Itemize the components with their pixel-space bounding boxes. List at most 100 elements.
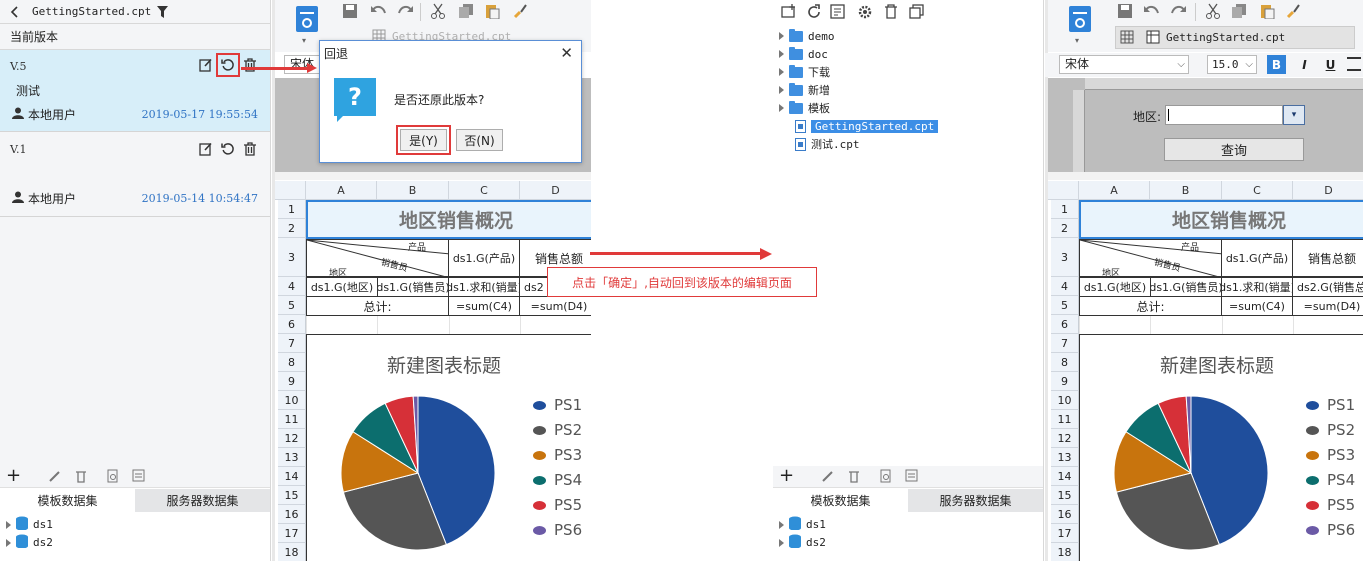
close-icon[interactable]: ✕ (560, 44, 573, 62)
row-header[interactable]: 9 (278, 372, 306, 391)
dataset-item[interactable]: ds2 (6, 534, 53, 551)
legend-item[interactable]: PS6 (533, 521, 582, 539)
row-header[interactable]: 12 (1051, 429, 1079, 448)
tree-file-item[interactable]: GettingStarted.cpt (795, 118, 939, 134)
expand-icon[interactable] (6, 538, 11, 547)
legend-item[interactable]: PS6 (1306, 521, 1355, 539)
row-header[interactable]: 17 (1051, 524, 1079, 543)
add-icon[interactable]: + (779, 467, 794, 485)
pencil-icon[interactable] (48, 469, 62, 486)
expand-icon[interactable] (779, 86, 784, 94)
cell-a4[interactable]: ds1.G(地区) (1079, 277, 1151, 297)
row-header[interactable]: 10 (278, 391, 306, 410)
legend-item[interactable]: PS3 (533, 446, 582, 464)
row-header[interactable]: 11 (1051, 410, 1079, 429)
row-header[interactable]: 3 (1051, 238, 1079, 277)
tab-template-dataset[interactable]: 模板数据集 (0, 489, 135, 512)
legend-item[interactable]: PS2 (533, 421, 582, 439)
dataset-settings-icon[interactable] (905, 469, 919, 486)
copy-icon[interactable] (1231, 3, 1247, 22)
row-header[interactable]: 13 (278, 448, 306, 467)
dataset-item[interactable]: ds2 (779, 534, 826, 551)
cell-d5[interactable]: =sum(D4) (519, 296, 591, 316)
row-header[interactable]: 14 (278, 467, 306, 486)
tree-folder-item[interactable]: demo (779, 28, 835, 44)
preview-icon[interactable] (879, 469, 893, 486)
expand-icon[interactable] (779, 68, 784, 76)
column-header[interactable]: C (449, 181, 520, 200)
copy-icon[interactable] (909, 4, 925, 23)
underline-button[interactable]: U (1321, 55, 1340, 74)
add-icon[interactable]: + (6, 467, 21, 485)
dataset-item[interactable]: ds1 (779, 516, 826, 533)
expand-icon[interactable] (779, 538, 784, 547)
format-brush-icon[interactable] (512, 3, 528, 22)
row-header[interactable]: 10 (1051, 391, 1079, 410)
row-header[interactable]: 4 (1051, 277, 1079, 296)
edit-icon[interactable] (198, 57, 214, 73)
diagonal-header-cell[interactable]: 产品 销售员 地区 (1079, 239, 1222, 277)
edit-icon[interactable] (198, 141, 214, 157)
row-header[interactable]: 5 (1051, 296, 1079, 315)
back-arrow-icon[interactable] (10, 5, 22, 18)
row-header[interactable]: 1 (278, 200, 306, 219)
restore-icon[interactable] (220, 141, 236, 157)
cell-d5[interactable]: =sum(D4) (1292, 296, 1363, 316)
row-header[interactable]: 8 (278, 353, 306, 372)
cell-c4[interactable]: ds1.求和(销量) (1221, 277, 1293, 297)
column-header[interactable]: D (1293, 181, 1363, 200)
row-header[interactable]: 4 (278, 277, 306, 296)
copy-icon[interactable] (458, 3, 474, 22)
grid-icon[interactable] (1120, 30, 1134, 47)
legend-item[interactable]: PS4 (1306, 471, 1355, 489)
font-size-select[interactable]: 15.0 ⌵ (1207, 55, 1257, 74)
cell-c4[interactable]: ds1.求和(销量) (448, 277, 520, 297)
expand-icon[interactable] (779, 32, 784, 40)
row-header[interactable]: 2 (278, 219, 306, 238)
legend-item[interactable]: PS1 (533, 396, 582, 414)
row-header[interactable]: 13 (1051, 448, 1079, 467)
format-brush-icon[interactable] (1285, 3, 1301, 22)
cell-c3[interactable]: ds1.G(产品) (1221, 239, 1293, 277)
version-card[interactable]: V.5 测试 本地用户 2019-05-17 19:55:54 (0, 50, 270, 132)
tab-server-dataset[interactable]: 服务器数据集 (135, 489, 270, 512)
combo-dropdown-button[interactable]: ▾ (1283, 105, 1305, 125)
locate-file-icon[interactable] (830, 4, 846, 23)
tab-server-dataset[interactable]: 服务器数据集 (908, 489, 1043, 512)
restore-icon[interactable] (216, 53, 240, 77)
legend-item[interactable]: PS3 (1306, 446, 1355, 464)
cell-c5[interactable]: =sum(C4) (448, 296, 520, 316)
expand-icon[interactable] (779, 520, 784, 529)
bold-button[interactable]: B (1267, 55, 1286, 74)
dataset-settings-icon[interactable] (132, 469, 146, 486)
cell-d3[interactable]: 销售总额 (1292, 239, 1363, 277)
row-header[interactable]: 2 (1051, 219, 1079, 238)
undo-icon[interactable] (1143, 3, 1161, 22)
cut-icon[interactable] (1205, 3, 1221, 22)
row-header[interactable]: 14 (1051, 467, 1079, 486)
delete-file-icon[interactable] (883, 4, 899, 23)
row-header[interactable]: 5 (278, 296, 306, 315)
expand-icon[interactable] (779, 50, 784, 58)
column-header[interactable]: B (377, 181, 449, 200)
tree-folder-item[interactable]: 下载 (779, 64, 830, 80)
row-header[interactable]: 18 (278, 543, 306, 561)
grid-corner[interactable] (275, 181, 306, 200)
version-card[interactable]: V.1 本地用户 2019-05-14 10:54:47 (0, 133, 270, 217)
template-icon[interactable] (1069, 6, 1091, 32)
row-header[interactable]: 15 (1051, 486, 1079, 505)
row-header[interactable]: 12 (278, 429, 306, 448)
yes-button[interactable]: 是(Y) (396, 125, 451, 155)
row-header[interactable]: 17 (278, 524, 306, 543)
region-param-input[interactable] (1165, 105, 1283, 125)
row-header[interactable]: 16 (278, 505, 306, 524)
legend-item[interactable]: PS1 (1306, 396, 1355, 414)
trash-icon[interactable] (74, 469, 88, 486)
total-label-cell[interactable]: 总计: (1079, 296, 1222, 316)
column-header[interactable]: A (306, 181, 377, 200)
row-header[interactable]: 18 (1051, 543, 1079, 561)
cell-a4[interactable]: ds1.G(地区) (306, 277, 378, 297)
preview-icon[interactable] (106, 469, 120, 486)
pencil-icon[interactable] (821, 469, 835, 486)
no-button[interactable]: 否(N) (456, 129, 503, 151)
